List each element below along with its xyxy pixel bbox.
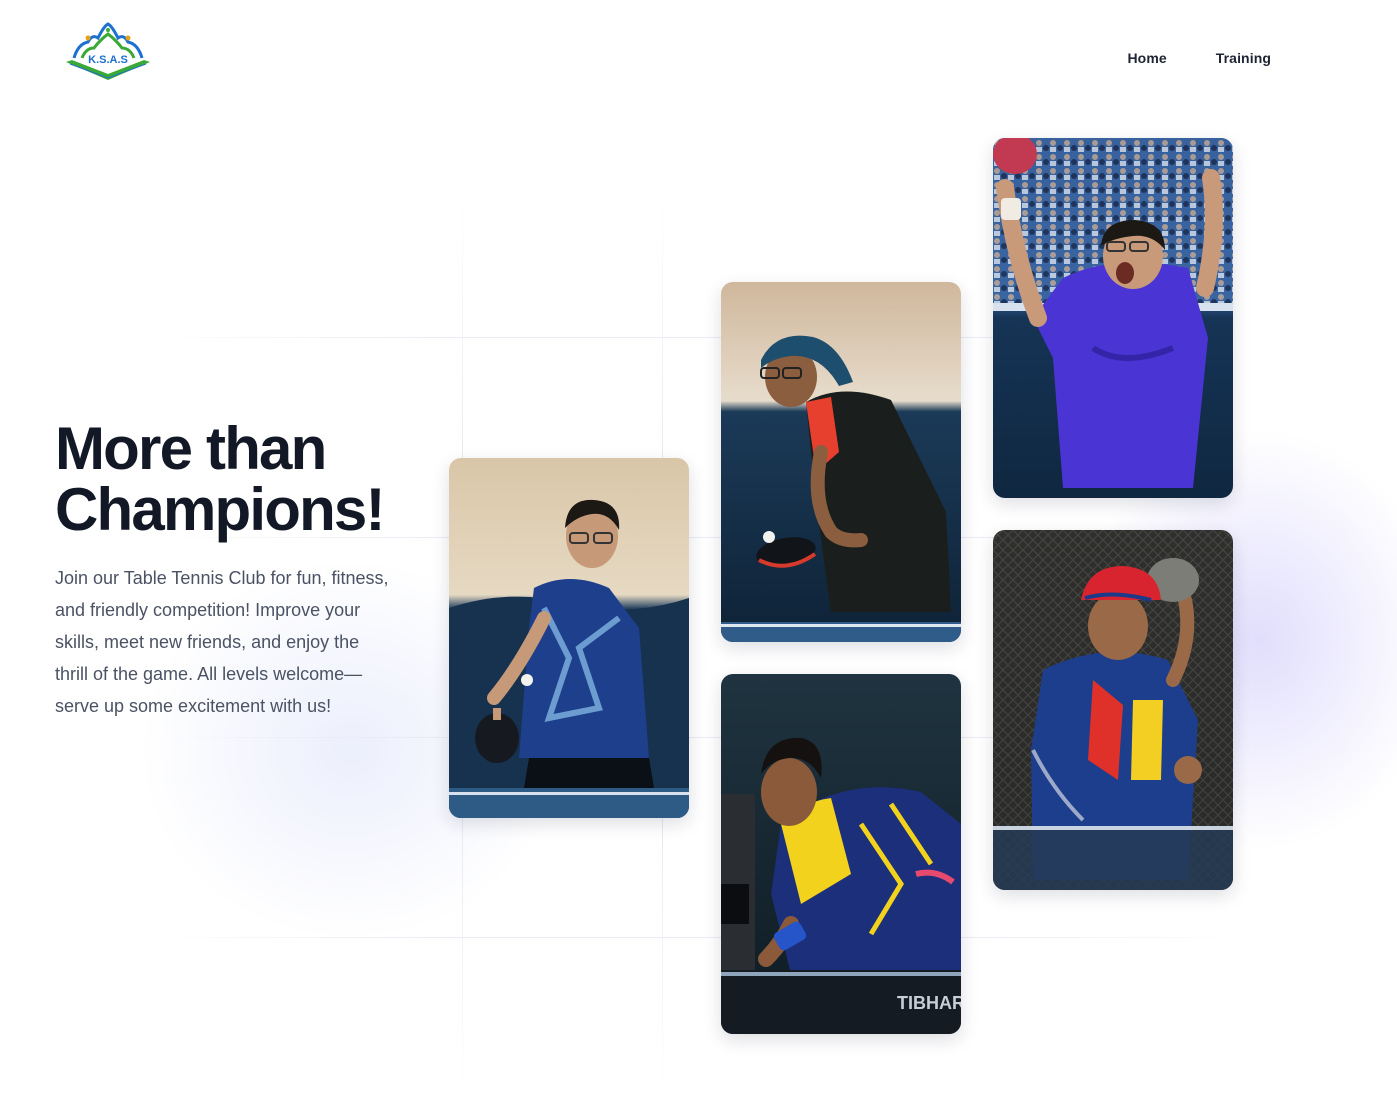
- table-tennis-player-image: [993, 530, 1233, 890]
- player-photo-1: [449, 458, 689, 818]
- nav-link-home[interactable]: Home: [1127, 48, 1166, 68]
- logo-text: K.S.A.S: [88, 54, 128, 66]
- player-photo-5: [993, 530, 1233, 890]
- table-tennis-player-image: TIBHAR: [721, 674, 961, 1034]
- table-brand-mark: TIBHAR: [897, 993, 961, 1013]
- nav-link-training[interactable]: Training: [1216, 48, 1271, 68]
- player-photo-2: [721, 282, 961, 642]
- player-photo-4: TIBHAR: [721, 674, 961, 1034]
- hero-title: More than Champions!: [55, 418, 435, 540]
- hero-title-line-2: Champions!: [55, 476, 385, 543]
- club-logo-icon: K.S.A.S: [66, 22, 150, 80]
- hero-title-line-1: More than: [55, 415, 327, 482]
- landing-page: K.S.A.S Home Training More than Champion…: [0, 0, 1397, 1109]
- table-tennis-player-image: [993, 138, 1233, 498]
- background-grid-line: [150, 937, 1247, 938]
- table-tennis-player-image: [721, 282, 961, 642]
- table-tennis-player-image: [449, 458, 689, 818]
- player-photo-3: [993, 138, 1233, 498]
- main-nav: Home Training: [1127, 48, 1271, 68]
- hero-description: Join our Table Tennis Club for fun, fitn…: [55, 568, 389, 716]
- club-logo[interactable]: K.S.A.S: [64, 22, 152, 84]
